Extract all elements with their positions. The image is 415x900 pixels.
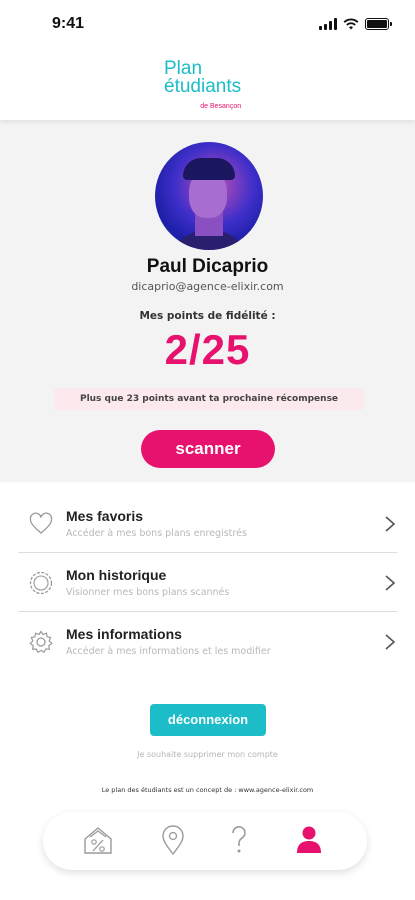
points-value: 2/25 (164, 326, 251, 373)
menu-item-favoris[interactable]: Mes favoris Accéder à mes bons plans enr… (18, 495, 397, 553)
chevron-right-icon (385, 634, 396, 650)
nav-profile[interactable] (291, 822, 327, 858)
chevron-right-icon (385, 516, 396, 532)
scan-button[interactable]: scanner (141, 430, 275, 468)
menu-item-title: Mon historique (66, 567, 167, 583)
nav-map[interactable] (155, 822, 191, 858)
profile-section (0, 120, 415, 482)
status-time: 9:41 (52, 15, 85, 32)
menu-item-historique[interactable]: Mon historique Visionner mes bons plans … (18, 554, 397, 612)
menu-item-subtitle: Accéder à mes bons plans enregistrés (66, 528, 247, 539)
signal-icon (319, 18, 337, 30)
app-header: Plan étudiants de Besançon (0, 50, 415, 120)
concept-footer-text: Le plan des étudiants est un concept de … (101, 786, 314, 794)
points-remaining-banner: Plus que 23 points avant ta prochaine ré… (54, 388, 364, 410)
profile-name: Paul Dicaprio (146, 256, 269, 277)
nav-help[interactable] (221, 822, 257, 858)
points-label: Mes points de fidélité : (139, 310, 276, 322)
discount-house-icon (84, 827, 112, 854)
profile-icon (297, 826, 321, 853)
menu-item-title: Mes informations (66, 626, 182, 642)
profile-email: dicaprio@agence-elixir.com (131, 280, 284, 293)
battery-icon (365, 18, 392, 30)
menu-item-subtitle: Visionner mes bons plans scannés (66, 587, 230, 598)
delete-account-link[interactable]: Je souhaite supprimer mon compte (0, 750, 415, 759)
app-logo: Plan étudiants de Besançon (164, 59, 242, 110)
logo-line-3: de Besançon (200, 103, 242, 110)
menu-item-informations[interactable]: Mes informations Accéder à mes informati… (18, 613, 397, 671)
wifi-icon (343, 18, 359, 30)
logout-button[interactable]: déconnexion (150, 704, 266, 736)
logo-line-2: étudiants (164, 76, 242, 97)
chevron-right-icon (385, 575, 396, 591)
avatar (155, 142, 263, 250)
map-pin-icon (162, 825, 184, 856)
menu-item-title: Mes favoris (66, 508, 144, 524)
history-icon (29, 571, 53, 595)
bottom-nav (43, 812, 367, 870)
menu-item-subtitle: Accéder à mes informations et les modifi… (66, 646, 271, 657)
heart-icon (29, 512, 53, 534)
gear-icon (29, 630, 53, 654)
nav-deals[interactable] (80, 822, 116, 858)
account-menu: Mes favoris Accéder à mes bons plans enr… (0, 495, 415, 672)
help-icon (232, 826, 246, 853)
status-bar: 9:41 (0, 0, 415, 50)
status-icons (319, 18, 392, 30)
